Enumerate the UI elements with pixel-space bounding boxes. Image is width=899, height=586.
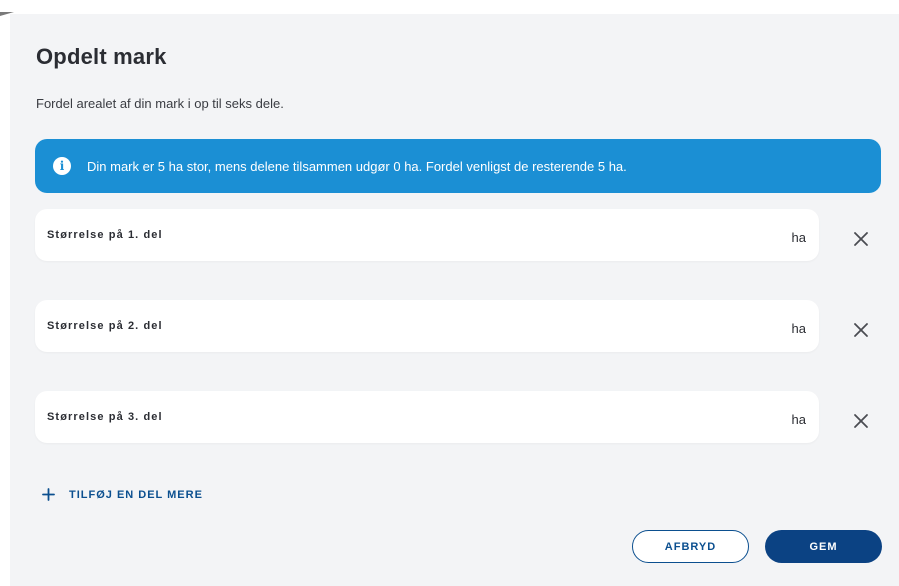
part-row-3: Størrelse på 3. del ha <box>35 391 899 445</box>
part-unit-label-2: ha <box>791 321 806 336</box>
part-size-label-3: Størrelse på 3. del <box>47 411 163 423</box>
info-banner: i Din mark er 5 ha stor, mens delene til… <box>35 139 881 193</box>
page: Opdelt mark Fordel arealet af din mark i… <box>0 0 899 586</box>
dialog-title: Opdelt mark <box>36 44 167 69</box>
split-field-dialog: Opdelt mark Fordel arealet af din mark i… <box>10 14 899 586</box>
close-icon[interactable] <box>850 228 872 250</box>
plus-icon <box>42 488 55 501</box>
part-row-2: Størrelse på 2. del ha <box>35 300 899 354</box>
cancel-button[interactable]: AFBRYD <box>632 530 749 563</box>
part-size-input-1[interactable]: Størrelse på 1. del ha <box>35 209 819 261</box>
part-size-input-3[interactable]: Størrelse på 3. del ha <box>35 391 819 443</box>
add-part-label: TILFØJ EN DEL MERE <box>69 488 203 501</box>
add-part-button[interactable]: TILFØJ EN DEL MERE <box>42 488 203 501</box>
info-banner-text: Din mark er 5 ha stor, mens delene tilsa… <box>87 158 627 174</box>
part-size-label-1: Størrelse på 1. del <box>47 229 163 241</box>
part-unit-label-1: ha <box>791 230 806 245</box>
close-icon[interactable] <box>850 410 872 432</box>
dialog-subtitle: Fordel arealet af din mark i op til seks… <box>36 96 284 111</box>
save-button[interactable]: GEM <box>765 530 882 563</box>
part-size-input-2[interactable]: Størrelse på 2. del ha <box>35 300 819 352</box>
info-icon: i <box>53 157 71 175</box>
part-unit-label-3: ha <box>791 412 806 427</box>
close-icon[interactable] <box>850 319 872 341</box>
part-size-label-2: Størrelse på 2. del <box>47 320 163 332</box>
part-row-1: Størrelse på 1. del ha <box>35 209 899 263</box>
